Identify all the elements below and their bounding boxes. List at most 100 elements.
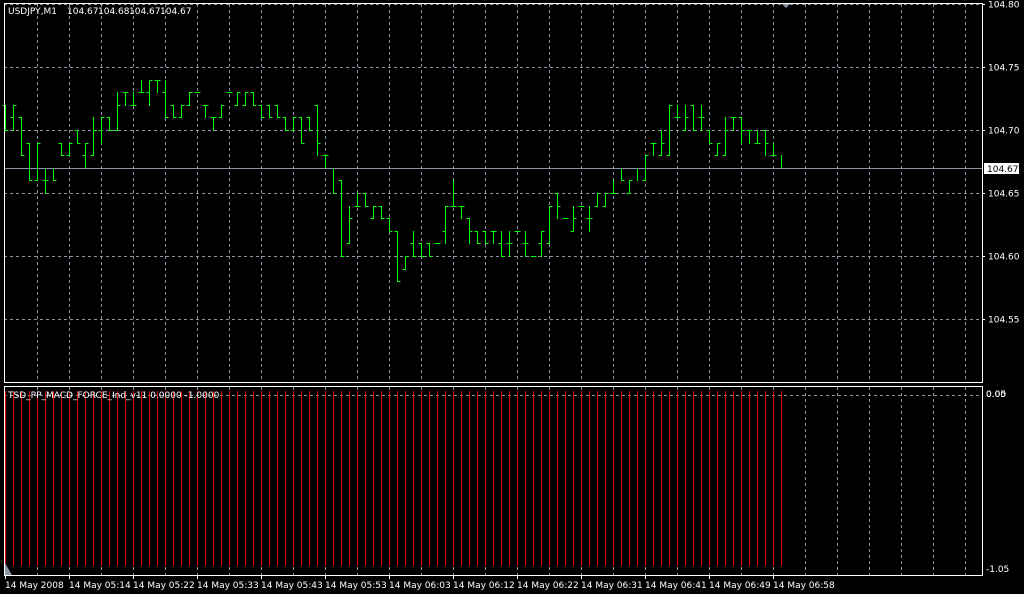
- indicator-axis-label-bottom: -1.05: [986, 565, 1009, 575]
- ohlc-bar: [482, 231, 489, 244]
- ohlc-bar: [474, 231, 481, 244]
- ohlc-bar: [50, 168, 57, 181]
- ohlc-bar: [306, 117, 313, 131]
- ohlc-bar: [210, 117, 217, 131]
- time-axis-label: 14 May 06:31: [581, 581, 643, 591]
- ohlc-bar: [226, 92, 233, 93]
- ohlc-bar: [98, 117, 105, 144]
- ohlc-bar: [218, 105, 225, 118]
- ohlc-bar: [602, 193, 609, 207]
- indicator-axis-label-zero: 0.00: [986, 390, 1006, 400]
- ohlc-bar: [90, 117, 97, 156]
- ohlc-bar: [178, 105, 185, 118]
- ohlc-bar: [266, 105, 273, 118]
- ohlc-bar: [674, 105, 681, 118]
- ohlc-bar: [730, 117, 737, 131]
- price-axis-label: 104.70: [988, 127, 1020, 137]
- ohlc-bar: [434, 243, 441, 244]
- price-axis-label: 104.75: [988, 64, 1020, 74]
- time-axis-label: 14 May 05:33: [197, 581, 259, 591]
- ohlc-bar: [58, 143, 65, 156]
- ohlc-bar: [370, 206, 377, 219]
- ohlc-bar: [2, 105, 9, 131]
- ohlc-bar: [682, 105, 689, 131]
- ohlc-bar: [586, 206, 593, 232]
- ohlc-bar: [546, 206, 553, 244]
- time-axis-label: 14 May 05:14: [69, 581, 131, 591]
- shift-marker-icon[interactable]: [5, 563, 12, 575]
- ohlc-bar: [650, 143, 657, 156]
- ohlc-bar: [746, 130, 753, 144]
- ohlc-bar: [282, 117, 289, 131]
- time-axis-label: 14 May 05:53: [325, 581, 387, 591]
- ohlc-bar: [618, 168, 625, 181]
- price-axis-label: 104.60: [988, 253, 1020, 263]
- ohlc-bar: [738, 117, 745, 144]
- ohlc-bar: [490, 231, 497, 244]
- ohlc-bars: [2, 80, 785, 282]
- ohlc-bar: [346, 206, 353, 244]
- main-pane-frame: [4, 3, 983, 383]
- scroll-marker-icon[interactable]: [782, 4, 790, 8]
- ohlc-bar: [714, 143, 721, 156]
- ohlc-bar: [762, 130, 769, 156]
- ohlc-bar: [634, 168, 641, 181]
- ohlc-bar: [498, 231, 505, 257]
- price-axis-label: 104.55: [988, 316, 1020, 326]
- ohlc-bar: [258, 105, 265, 118]
- ohlc-bar: [10, 105, 17, 131]
- ohlc-bar: [338, 180, 345, 257]
- indicator-title: TSD_PP_MACD_FORCE_Ind_v11 0.0000 -1.0000: [7, 391, 220, 401]
- ohlc-bar: [458, 206, 465, 219]
- indicator-histogram: [5, 391, 782, 566]
- ohlc-bar: [522, 231, 529, 257]
- ohlc-bar: [402, 256, 409, 270]
- ohlc-bar: [146, 80, 153, 106]
- ohlc-bar: [530, 256, 537, 257]
- ohlc-bar: [418, 243, 425, 257]
- ohlc-bar: [466, 218, 473, 244]
- ohlc-close: 104.67: [160, 7, 192, 17]
- ohlc-bar: [154, 80, 161, 93]
- ohlc-bar: [74, 130, 81, 144]
- ohlc-bar: [658, 130, 665, 156]
- time-axis-label: 14 May 06:22: [517, 581, 579, 591]
- ohlc-bar: [706, 130, 713, 144]
- ohlc-bar: [322, 155, 329, 169]
- time-axis-label: 14 May 06:12: [453, 581, 515, 591]
- ohlc-bar: [26, 143, 33, 181]
- ohlc-bar: [170, 105, 177, 118]
- ohlc-bar: [362, 193, 369, 207]
- ohlc-bar: [770, 143, 777, 156]
- ohlc-bar: [354, 193, 361, 207]
- ohlc-bar: [426, 243, 433, 257]
- time-axis-label: 14 May 06:58: [773, 581, 835, 591]
- ohlc-bar: [330, 168, 337, 194]
- price-axis-label: 104.80: [988, 1, 1020, 11]
- ohlc-bar: [754, 130, 761, 144]
- ohlc-bar: [130, 92, 137, 106]
- ohlc-bar: [626, 180, 633, 194]
- bid-label: 104.67: [987, 165, 1019, 175]
- ohlc-high: 104.68: [98, 7, 130, 17]
- price-axis-label: 104.65: [988, 190, 1020, 200]
- time-axis[interactable]: 14 May 2008 14 May 05:14 14 May 05:22 14 Ma…: [5, 575, 835, 591]
- ohlc-bar: [66, 143, 73, 156]
- time-axis-label: 14 May 06:03: [389, 581, 451, 591]
- time-axis-label: 14 May 06:49: [709, 581, 771, 591]
- ohlc-bar: [242, 92, 249, 106]
- price-chart[interactable]: USDJPY,M1 104.67 104.68 104.67 104.67 TS…: [0, 0, 1024, 594]
- ohlc-bar: [42, 168, 49, 194]
- ohlc-bar: [314, 105, 321, 156]
- ohlc-bar: [274, 105, 281, 118]
- ohlc-bar: [442, 206, 449, 244]
- ohlc-bar: [162, 80, 169, 118]
- ohlc-open: 104.67: [67, 7, 99, 17]
- ohlc-bar: [138, 80, 145, 93]
- ohlc-bar: [114, 92, 121, 131]
- ohlc-bar: [202, 105, 209, 118]
- ohlc-bar: [18, 117, 25, 156]
- ohlc-bar: [194, 92, 201, 93]
- symbol-title: USDJPY,M1: [8, 7, 57, 17]
- time-axis-label: 14 May 05:22: [133, 581, 195, 591]
